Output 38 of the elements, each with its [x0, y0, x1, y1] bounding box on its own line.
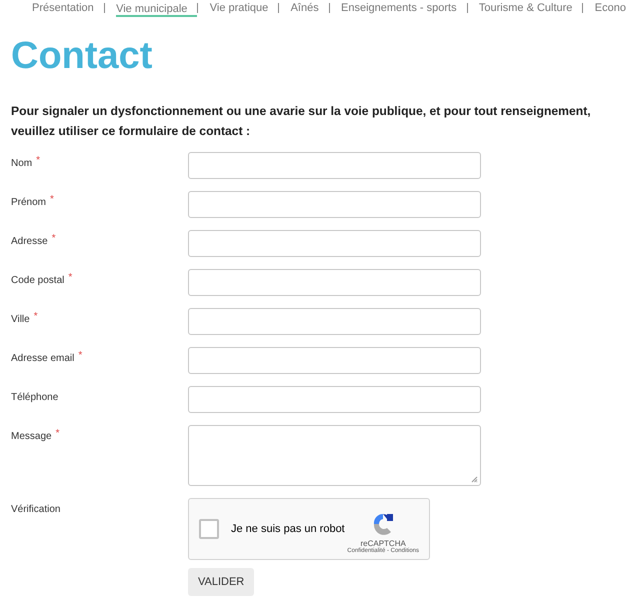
field-label: Code postal — [11, 275, 64, 286]
nav-tab[interactable]: Vie pratique — [210, 2, 278, 14]
input-field[interactable] — [188, 347, 481, 374]
resize-handle-icon[interactable] — [471, 476, 478, 483]
intro-text: Pour signaler un dysfonctionnement ou une avarie sur la voie publique, et pour tout renseignement, veuillez utiliser ce formulaire de contact : — [11, 103, 592, 140]
page-title: Contact — [11, 34, 154, 79]
required-mark: * — [34, 311, 38, 322]
submit-button[interactable]: VALIDER — [188, 568, 254, 596]
required-mark: * — [36, 155, 40, 166]
input-field[interactable] — [188, 191, 481, 218]
captcha-brand: reCAPTCHA — [360, 538, 406, 548]
field-label: Ville — [11, 314, 30, 325]
field-label: Adresse — [11, 236, 48, 247]
nav-tab[interactable]: Présentation — [32, 2, 104, 14]
nav-tab[interactable]: Aînés — [290, 2, 329, 14]
input-field[interactable] — [188, 230, 481, 257]
message-field[interactable] — [188, 425, 481, 486]
input-field[interactable] — [188, 269, 481, 296]
required-mark: * — [50, 194, 54, 205]
required-mark: * — [56, 428, 60, 439]
required-mark: * — [52, 233, 56, 244]
field-label: Prénom — [11, 197, 46, 208]
input-field[interactable] — [188, 152, 481, 179]
captcha-text: Je ne suis pas un robot — [231, 523, 345, 535]
nav-tab[interactable]: Enseignements - sports — [341, 2, 467, 14]
field-label: Vérification — [11, 504, 60, 515]
nav-tab[interactable]: Tourisme & Culture — [478, 2, 582, 14]
field-label: Nom — [11, 158, 32, 169]
required-mark: * — [78, 350, 82, 361]
field-label: Adresse email — [11, 353, 74, 364]
required-mark: * — [68, 272, 72, 283]
field-label: Téléphone — [11, 392, 58, 403]
captcha-checkbox[interactable] — [199, 519, 219, 539]
field-label: Message — [11, 431, 52, 442]
nav-tab[interactable]: Econo — [594, 2, 636, 14]
input-field[interactable] — [188, 308, 481, 335]
nav-tab[interactable]: Vie municipale — [116, 3, 198, 17]
input-field[interactable] — [188, 386, 481, 413]
